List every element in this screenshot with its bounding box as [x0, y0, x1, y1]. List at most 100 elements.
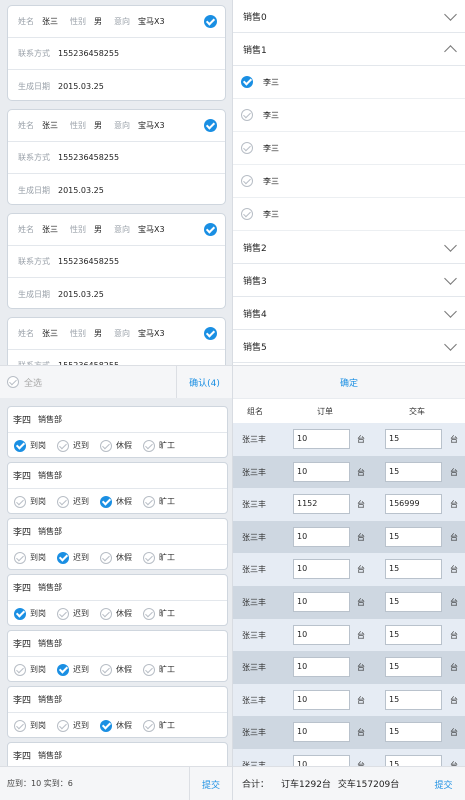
unchecked-icon — [241, 175, 253, 187]
attendance-option[interactable]: 休假 — [100, 551, 132, 564]
order-submit-button[interactable]: 提交 — [422, 767, 465, 800]
customer-card[interactable]: 姓名 张三 性别男 意向 宝马X3 联系方式 155236458255 生成日期 2015.03… — [7, 5, 226, 101]
attendance-option[interactable]: 到岗 — [14, 439, 46, 452]
attendance-option[interactable]: 到岗 — [14, 495, 46, 508]
employee-name: 李四 — [13, 640, 32, 650]
option-label: 旷工 — [159, 721, 175, 730]
orders-input[interactable]: 10 — [293, 526, 350, 547]
deliveries-input[interactable]: 15 — [385, 559, 442, 580]
card-check-icon[interactable] — [204, 327, 217, 340]
attendance-option[interactable]: 到岗 — [14, 607, 46, 620]
customer-card-list[interactable]: 姓名 张三 性别男意向 宝马X3 联系方式 155236458255 生成日期 2015.03… — [0, 0, 232, 365]
member-name: 李三 — [263, 110, 279, 120]
customer-card[interactable]: 姓名 张三 性别男 意向 宝马X3 联系方式 155236458255 生成日期 2015.03… — [7, 213, 226, 309]
orders-input[interactable]: 10 — [293, 657, 350, 678]
radio-unchecked-icon — [57, 719, 69, 732]
attendance-list[interactable]: 李四 销售部 到岗 迟到 休假 旷工 李四 销售部 到岗 迟到 休假 旷工 李四 销售部 到岗 迟到 休假 旷工李… — [0, 399, 232, 766]
field-value-gender: 男 — [94, 17, 102, 26]
attendance-option[interactable]: 迟到 — [57, 495, 89, 508]
deliveries-input[interactable]: 15 — [385, 657, 442, 678]
attendance-option[interactable]: 旷工 — [143, 663, 175, 676]
option-label: 旷工 — [159, 441, 175, 450]
attendance-option[interactable]: 迟到 — [57, 719, 89, 732]
row-group-name: 张三丰 — [242, 728, 266, 738]
sales-member-item[interactable]: 李三 — [233, 66, 465, 99]
card-info-row: 姓名 张三 性别男 意向 宝马X3 — [8, 110, 225, 142]
accordion-header[interactable]: 销售1 — [233, 33, 465, 66]
customer-card[interactable]: 姓名 张三 性别男 意向 宝马X3 联系方式 155236458255 生成日期 2015.03… — [7, 109, 226, 205]
attendance-option[interactable]: 旷工 — [143, 607, 175, 620]
attendance-option[interactable]: 休假 — [100, 439, 132, 452]
attendance-option[interactable]: 迟到 — [57, 663, 89, 676]
table-body[interactable]: 张三丰 10 台 15 台张三丰 10 台 15 台张三丰 1152 台 156999 台张三丰 10 台 1… — [233, 423, 465, 766]
customer-footer-bar: 全选 确认(4) — [0, 365, 232, 398]
attendance-option[interactable]: 旷工 — [143, 551, 175, 564]
attendance-option[interactable]: 到岗 — [14, 719, 46, 732]
sales-member-item[interactable]: 李三 — [233, 165, 465, 198]
orders-input[interactable]: 10 — [293, 722, 350, 743]
deliveries-input[interactable]: 156999 — [385, 494, 442, 515]
accordion-header[interactable]: 销售2 — [233, 231, 465, 264]
deliveries-input[interactable]: 15 — [385, 461, 442, 482]
attendance-option[interactable]: 休假 — [100, 719, 132, 732]
accordion-header[interactable]: 销售4 — [233, 297, 465, 330]
attendance-option[interactable]: 旷工 — [143, 719, 175, 732]
customer-card[interactable]: 姓名张三性别男意向宝马X3联系方式155236458255生成日期 — [7, 317, 226, 365]
deliveries-unit: 台 — [450, 532, 458, 542]
attendance-option[interactable]: 旷工 — [143, 439, 175, 452]
attendance-card: 李四销售部到岗迟到休假旷工 — [7, 742, 228, 766]
attendance-option[interactable]: 休假 — [100, 607, 132, 620]
orders-input[interactable]: 10 — [293, 429, 350, 449]
orders-input[interactable]: 10 — [293, 755, 350, 766]
orders-input[interactable]: 1152 — [293, 494, 350, 515]
deliveries-input[interactable]: 15 — [385, 755, 442, 766]
attendance-option[interactable]: 休假 — [100, 495, 132, 508]
card-check-icon[interactable] — [204, 15, 217, 28]
sales-confirm-button[interactable]: 确定 — [233, 365, 465, 398]
attendance-option[interactable]: 迟到 — [57, 607, 89, 620]
accordion-header[interactable]: 销售5 — [233, 330, 465, 363]
deliveries-input[interactable]: 15 — [385, 592, 442, 612]
order-total: 订车1292台 — [281, 780, 331, 790]
option-label: 迟到 — [73, 441, 89, 450]
order-table-panel: 组名 订单 交车 张三丰 10 台 15 台张三丰 10 台 15 台张三丰 1152 台 15699… — [233, 399, 465, 800]
attendance-card: 李四销售部到岗迟到休假旷工 — [7, 518, 228, 570]
orders-input[interactable]: 10 — [293, 461, 350, 482]
attendance-option[interactable]: 迟到 — [57, 439, 89, 452]
table-row: 张三丰 1152 台 156999 台 — [233, 488, 465, 522]
sales-member-item[interactable]: 李三 — [233, 198, 465, 231]
deliveries-input[interactable]: 15 — [385, 624, 442, 645]
orders-input[interactable]: 10 — [293, 592, 350, 612]
attendance-option[interactable]: 到岗 — [14, 663, 46, 676]
sales-member-item[interactable]: 李三 — [233, 132, 465, 165]
card-check-icon[interactable] — [204, 223, 217, 236]
attendance-option[interactable]: 迟到 — [57, 551, 89, 564]
attendance-option[interactable]: 休假 — [100, 663, 132, 676]
deliveries-input[interactable]: 15 — [385, 689, 442, 710]
radio-unchecked-icon — [14, 551, 26, 564]
orders-input[interactable]: 10 — [293, 624, 350, 645]
confirm-button[interactable]: 确认(4) — [176, 366, 232, 398]
select-all-check-icon — [7, 376, 19, 388]
attendance-option[interactable]: 到岗 — [14, 551, 46, 564]
orders-input[interactable]: 10 — [293, 559, 350, 580]
attendance-card: 李四销售部到岗迟到休假旷工 — [7, 462, 228, 514]
row-group-name: 张三丰 — [242, 630, 266, 640]
sales-member-item[interactable]: 李三 — [233, 99, 465, 132]
orders-input[interactable]: 10 — [293, 689, 350, 710]
employee-dept: 销售部 — [38, 527, 63, 536]
field-label: 性别 — [70, 225, 86, 234]
card-check-icon[interactable] — [204, 119, 217, 132]
deliveries-input[interactable]: 15 — [385, 429, 442, 449]
radio-unchecked-icon — [57, 607, 69, 620]
select-all-toggle[interactable]: 全选 — [7, 376, 42, 389]
accordion-header[interactable]: 销售3 — [233, 264, 465, 297]
deliveries-input[interactable]: 15 — [385, 722, 442, 743]
accordion-header[interactable]: 销售0 — [233, 0, 465, 33]
attendance-option[interactable]: 旷工 — [143, 495, 175, 508]
attendance-panel: 李四 销售部 到岗 迟到 休假 旷工 李四 销售部 到岗 迟到 休假 旷工 李四 销售部 到岗 迟到 休假 旷工李… — [0, 399, 232, 800]
deliveries-input[interactable]: 15 — [385, 526, 442, 547]
group-title: 销售2 — [243, 243, 267, 254]
attendance-submit-button[interactable]: 提交 — [189, 767, 232, 800]
member-name: 李三 — [263, 77, 279, 87]
